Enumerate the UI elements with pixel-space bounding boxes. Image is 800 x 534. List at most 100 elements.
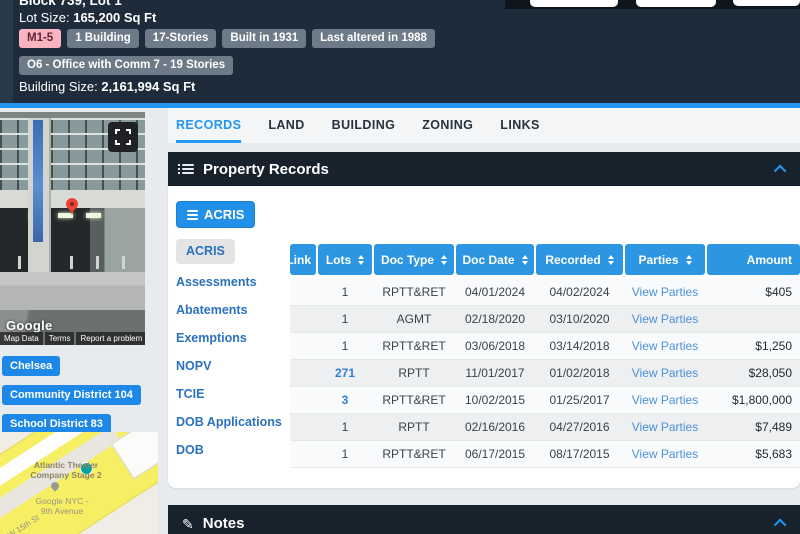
record-type-nav: ACRIS Assessments Abatements Exemptions … [176,239,290,460]
cell-recorded: 04/27/2016 [549,420,610,434]
notes-section-header: ✎ Notes [168,505,800,534]
collapse-chevron-icon[interactable] [773,518,787,532]
neighborhood-badge[interactable]: Chelsea [2,356,61,376]
cell-amount: $5,683 [755,447,792,461]
tab-bar: RECORDS LAND BUILDING ZONING LINKS [168,108,800,143]
table-row: 1 AGMT 02/18/2020 03/10/2020 View Partie… [290,306,800,333]
column-header-doc-type[interactable]: Doc Type [374,244,454,275]
column-header-parties[interactable]: Parties [625,244,705,275]
cell-doc-date: 02/18/2020 [464,312,526,326]
cell-doc-date: 04/01/2024 [464,285,526,299]
cell-doc-date: 06/17/2015 [464,447,526,461]
zoning-badge: M1-5 [19,29,62,48]
column-label: Recorded [545,252,601,267]
street-view-art [122,256,125,269]
street-view-art [86,213,101,218]
map-data-link[interactable]: Map Data [0,332,43,345]
cell-doc-type: RPTT&RET [382,393,446,407]
cut-off-button[interactable] [733,0,800,6]
school-district-badge[interactable]: School District 83 [2,414,111,434]
column-label: Doc Date [462,252,515,267]
cut-off-button[interactable] [636,0,716,7]
cell-doc-date: 03/06/2018 [464,339,526,353]
fullscreen-icon[interactable] [108,122,138,152]
altered-year-badge: Last altered in 1988 [312,29,435,48]
nav-item-exemptions[interactable]: Exemptions [176,329,247,348]
menu-icon [187,209,198,220]
mini-map[interactable]: Atlantic Theater Company Stage 2 Google … [0,432,158,534]
nav-item-abatements[interactable]: Abatements [176,301,248,320]
cell-doc-type: AGMT [396,312,432,326]
view-parties-link[interactable]: View Parties [625,447,705,461]
collapse-chevron-icon[interactable] [773,164,787,177]
cell-lots: 1 [341,285,349,299]
building-size-label: Building Size: [19,79,98,94]
report-problem-link[interactable]: Report a problem [76,332,145,345]
main-content: RECORDS LAND BUILDING ZONING LINKS Prope… [168,108,800,534]
view-parties-link[interactable]: View Parties [625,285,705,299]
table-row: 271 RPTT 11/01/2017 01/02/2018 View Part… [290,360,800,387]
tab-links[interactable]: LINKS [500,108,540,143]
view-parties-link[interactable]: View Parties [625,393,705,407]
list-icon [178,164,194,174]
nav-item-acris[interactable]: ACRIS [176,239,235,264]
tab-land[interactable]: LAND [268,108,304,143]
table-row: 1 RPTT&RET 04/01/2024 04/02/2024 View Pa… [290,279,800,306]
cell-doc-type: RPTT&RET [382,339,446,353]
cell-recorded: 01/02/2018 [549,366,610,380]
acris-button[interactable]: ACRIS [176,201,256,228]
property-records-card: ACRIS ACRIS Assessments Abatements Exemp… [168,186,800,488]
sort-icon [521,254,528,265]
column-header-recorded[interactable]: Recorded [536,244,623,275]
street-view-photo[interactable]: Google Map Data Terms Report a problem [0,112,145,345]
cell-amount: $7,489 [755,420,792,434]
cut-off-button[interactable] [530,0,618,7]
building-class-badge: O6 - Office with Comm 7 - 19 Stories [19,56,234,75]
column-header-doc-date[interactable]: Doc Date [456,244,534,275]
street-view-art [70,256,73,269]
building-size-value: 2,161,994 Sq Ft [101,79,196,94]
nav-item-dob-applications[interactable]: DOB Applications [176,413,282,432]
column-header-amount[interactable]: Amount [707,244,800,275]
view-parties-link[interactable]: View Parties [625,420,705,434]
view-parties-link[interactable]: View Parties [625,366,705,380]
sort-icon [607,254,614,265]
nav-item-tcie[interactable]: TCIE [176,385,204,404]
tab-zoning[interactable]: ZONING [422,108,473,143]
google-watermark: Google [6,318,53,333]
cell-recorded: 08/17/2015 [549,447,610,461]
map-poi-label: Atlantic Theater Company Stage 2 [30,460,102,480]
cell-amount: $1,800,000 [731,393,792,407]
column-header-lots[interactable]: Lots [318,244,372,275]
cell-lots: 1 [341,447,349,461]
nav-item-assessments[interactable]: Assessments [176,273,257,292]
street-view-art [96,256,99,269]
cell-lots: 1 [341,420,349,434]
cell-lots-link[interactable]: 3 [318,393,372,407]
sort-icon [685,254,692,265]
community-district-badge[interactable]: Community District 104 [2,385,141,405]
tab-records[interactable]: RECORDS [176,108,242,143]
table-row: 1 RPTT&RET 06/17/2015 08/17/2015 View Pa… [290,441,800,468]
tab-building[interactable]: BUILDING [332,108,396,143]
cell-lots: 1 [341,339,349,353]
lot-size-label: Lot Size: [19,10,70,25]
cell-recorded: 03/10/2020 [549,312,610,326]
cell-doc-type: RPTT [398,420,430,434]
cell-lots-link[interactable]: 271 [318,366,372,380]
table-header-row: Link Lots Doc Type Doc Date Recorded Par… [290,244,800,275]
view-parties-link[interactable]: View Parties [625,312,705,326]
cell-doc-date: 11/01/2017 [465,366,525,380]
nav-item-nopv[interactable]: NOPV [176,357,211,376]
cell-doc-type: RPTT&RET [382,447,446,461]
property-badges: M1-5 1 Building 17-Stories Built in 1931… [19,29,435,48]
property-summary-header: Block 739, Lot 1 Lot Size: 165,200 Sq Ft… [0,0,800,103]
lot-size-line: Lot Size: 165,200 Sq Ft [19,10,156,25]
column-label: Doc Type [380,252,435,267]
terms-link[interactable]: Terms [44,332,75,345]
view-parties-link[interactable]: View Parties [625,339,705,353]
nav-item-dob[interactable]: DOB [176,441,204,460]
column-header-link[interactable]: Link [290,244,316,275]
map-pin-icon [66,198,78,215]
map-attribution-bar: Map Data Terms Report a problem [0,332,145,345]
